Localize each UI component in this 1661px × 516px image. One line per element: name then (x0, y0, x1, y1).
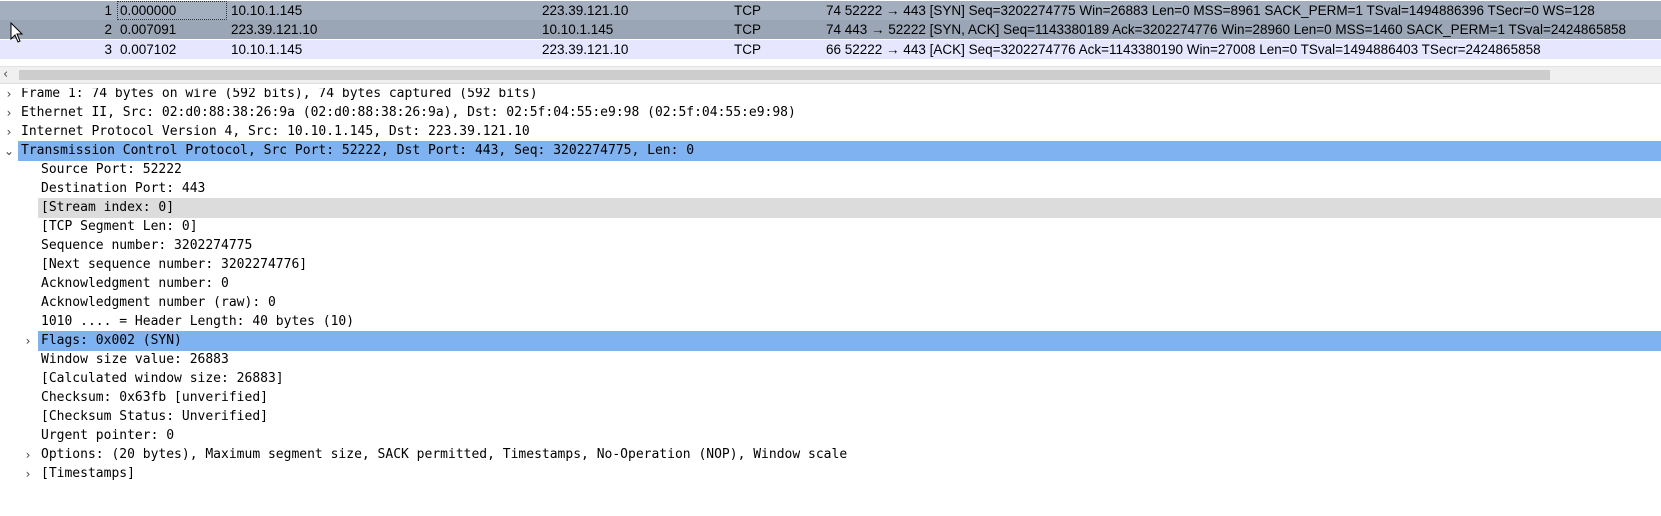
packet-destination: 223.39.121.10 (542, 42, 629, 57)
tree-item-label: Ethernet II, Src: 02:d0:88:38:26:9a (02:… (21, 105, 796, 120)
tree-item-source-port[interactable]: Source Port: 52222 (0, 160, 1661, 180)
packet-source: 223.39.121.10 (231, 22, 318, 37)
tree-item-tcp[interactable]: ⌄ Transmission Control Protocol, Src Por… (0, 141, 1661, 161)
packet-row[interactable]: 2 0.007091 223.39.121.10 10.10.1.145 TCP… (0, 20, 1661, 39)
row-highlight (38, 331, 1661, 351)
tree-item-label: [Stream index: 0] (41, 200, 175, 215)
tree-item-label: [Calculated window size: 26883] (41, 371, 284, 386)
packet-time: 0.000000 (117, 1, 227, 20)
tree-item-label: [TCP Segment Len: 0] (41, 219, 198, 234)
packet-protocol: TCP (734, 42, 761, 57)
chevron-right-icon[interactable]: › (3, 103, 15, 123)
packet-protocol: TCP (734, 22, 761, 37)
chevron-right-icon[interactable]: › (22, 445, 34, 465)
tree-item-calculated-window-size[interactable]: [Calculated window size: 26883] (0, 369, 1661, 389)
tree-item-label: Flags: 0x002 (SYN) (41, 333, 182, 348)
tree-item-checksum[interactable]: Checksum: 0x63fb [unverified] (0, 388, 1661, 408)
packet-details-tree: › Frame 1: 74 bytes on wire (592 bits), … (0, 88, 1661, 516)
tree-item-urgent-pointer[interactable]: Urgent pointer: 0 (0, 426, 1661, 446)
packet-info: 74 52222 → 443 [SYN] Seq=3202274775 Win=… (826, 3, 1595, 18)
mouse-pointer-icon (10, 22, 24, 43)
chevron-right-icon[interactable]: › (3, 122, 15, 142)
tree-item-label: Destination Port: 443 (41, 181, 206, 196)
tree-item-options[interactable]: › Options: (20 bytes), Maximum segment s… (0, 445, 1661, 465)
packet-info: 74 443 → 52222 [SYN, ACK] Seq=1143380189… (826, 22, 1626, 37)
tree-item-label: Acknowledgment number: 0 (41, 276, 229, 291)
tree-item-window-size[interactable]: Window size value: 26883 (0, 350, 1661, 370)
tree-item-label: Sequence number: 3202274775 (41, 238, 253, 253)
packet-protocol: TCP (734, 3, 761, 18)
tree-item-label: Checksum: 0x63fb [unverified] (41, 390, 268, 405)
tree-item-ack-number[interactable]: Acknowledgment number: 0 (0, 274, 1661, 294)
tree-item-label: Internet Protocol Version 4, Src: 10.10.… (21, 124, 530, 139)
packet-number: 1 (104, 3, 112, 18)
tree-item-label: Window size value: 26883 (41, 352, 229, 367)
packet-destination: 223.39.121.10 (542, 3, 629, 18)
chevron-right-icon[interactable]: › (22, 464, 34, 484)
chevron-right-icon[interactable]: › (22, 331, 34, 351)
scrollbar-thumb[interactable] (19, 70, 1550, 80)
tree-item-label: 1010 .... = Header Length: 40 bytes (10) (41, 314, 355, 329)
tree-item-stream-index[interactable]: [Stream index: 0] (0, 198, 1661, 218)
tree-item-label: Frame 1: 74 bytes on wire (592 bits), 74… (21, 88, 538, 101)
tree-item-label: Source Port: 52222 (41, 162, 182, 177)
packet-list: 1 0.000000 10.10.1.145 223.39.121.10 TCP… (0, 0, 1661, 66)
tree-item-label: [Checksum Status: Unverified] (41, 409, 268, 424)
tree-item-next-sequence-number[interactable]: [Next sequence number: 3202274776] (0, 255, 1661, 275)
packet-time: 0.007102 (120, 42, 177, 57)
tree-item-header-length[interactable]: 1010 .... = Header Length: 40 bytes (10) (0, 312, 1661, 332)
tree-item-checksum-status[interactable]: [Checksum Status: Unverified] (0, 407, 1661, 427)
tree-item-label: Acknowledgment number (raw): 0 (41, 295, 276, 310)
tree-item-flags[interactable]: › Flags: 0x002 (SYN) (0, 331, 1661, 351)
packet-destination: 10.10.1.145 (542, 22, 614, 37)
tree-item-label: Urgent pointer: 0 (41, 428, 175, 443)
tree-item-label: Options: (20 bytes), Maximum segment siz… (41, 447, 848, 462)
packet-number: 3 (104, 42, 112, 57)
chevron-down-icon[interactable]: ⌄ (3, 141, 15, 161)
tree-item-label: Transmission Control Protocol, Src Port:… (21, 143, 695, 158)
tree-item-label: [Next sequence number: 3202274776] (41, 257, 308, 272)
packet-row[interactable]: 1 0.000000 10.10.1.145 223.39.121.10 TCP… (0, 1, 1661, 20)
scroll-left-icon[interactable]: ‹ (3, 67, 8, 82)
packet-info: 66 52222 → 443 [ACK] Seq=3202274776 Ack=… (826, 42, 1541, 57)
tree-item-ack-number-raw[interactable]: Acknowledgment number (raw): 0 (0, 293, 1661, 313)
tree-item-sequence-number[interactable]: Sequence number: 3202274775 (0, 236, 1661, 256)
packet-source: 10.10.1.145 (231, 3, 303, 18)
packet-number: 2 (104, 22, 112, 37)
tree-item-frame[interactable]: › Frame 1: 74 bytes on wire (592 bits), … (0, 88, 1661, 104)
tree-item-label: [Timestamps] (41, 466, 135, 481)
horizontal-scrollbar[interactable]: ‹ (0, 66, 1661, 83)
tree-item-segment-len[interactable]: [TCP Segment Len: 0] (0, 217, 1661, 237)
tree-item-ipv4[interactable]: › Internet Protocol Version 4, Src: 10.1… (0, 122, 1661, 142)
packet-row[interactable]: 3 0.007102 10.10.1.145 223.39.121.10 TCP… (0, 40, 1661, 59)
packet-source: 10.10.1.145 (231, 42, 303, 57)
chevron-right-icon[interactable]: › (3, 88, 15, 104)
row-focus-highlight (38, 198, 1661, 218)
tree-item-timestamps[interactable]: › [Timestamps] (0, 464, 1661, 484)
tree-item-ethernet[interactable]: › Ethernet II, Src: 02:d0:88:38:26:9a (0… (0, 103, 1661, 123)
tree-item-destination-port[interactable]: Destination Port: 443 (0, 179, 1661, 199)
packet-time: 0.007091 (120, 22, 177, 37)
